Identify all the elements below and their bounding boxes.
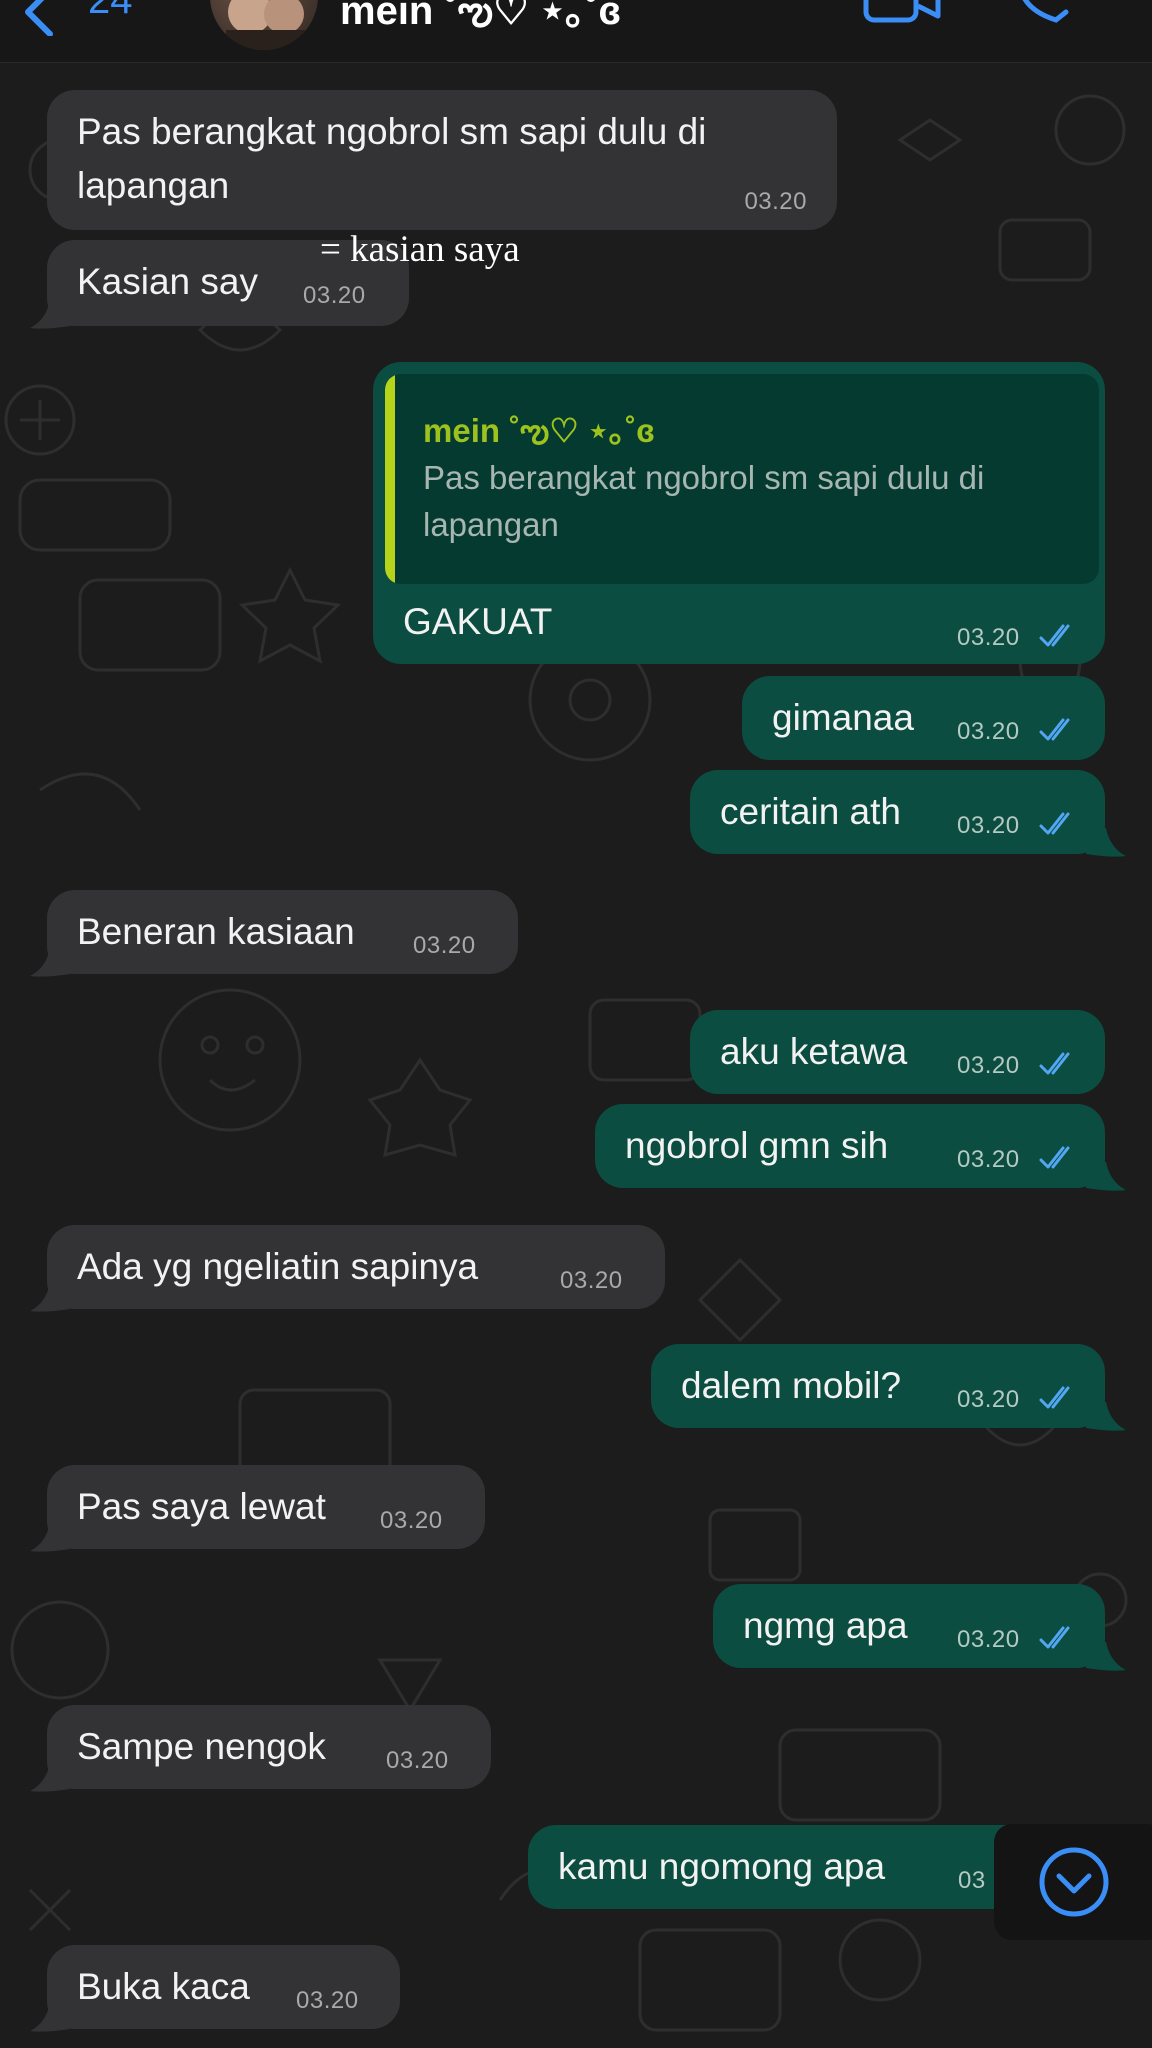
chevron-left-icon[interactable] (14, 0, 64, 36)
message-time: 03.20 (957, 624, 1020, 651)
message-text: kamu ngomong apa (558, 1846, 886, 1887)
bubble-tail (30, 948, 70, 977)
message-bubble-outgoing[interactable]: dalem mobil? 03.20 (651, 1344, 1105, 1428)
video-camera-icon[interactable] (862, 0, 942, 26)
read-ticks-icon (1039, 1146, 1070, 1169)
scroll-to-bottom-button[interactable] (994, 1824, 1152, 1940)
unread-count[interactable]: 24 (88, 0, 133, 23)
quoted-message[interactable]: mein ˚ఌ♡ ⋆｡˚ɞ Pas berangkat ngobrol sm s… (385, 374, 1099, 584)
message-bubble-incoming[interactable]: Pas berangkat ngobrol sm sapi dulu di la… (47, 90, 837, 230)
chevron-down-circle-icon (1039, 1847, 1109, 1917)
message-text: dalem mobil? (681, 1365, 902, 1406)
message-bubble-outgoing[interactable]: gimanaa 03.20 (742, 676, 1105, 760)
message-bubble-incoming[interactable]: Buka kaca 03.20 (47, 1945, 400, 2029)
read-ticks-icon (1039, 718, 1070, 741)
phone-icon[interactable] (1014, 0, 1074, 26)
message-bubble-outgoing[interactable]: ngmg apa 03.20 (713, 1584, 1105, 1668)
message-time: 03 (958, 1867, 986, 1894)
message-bubble-outgoing-reply[interactable]: mein ˚ఌ♡ ⋆｡˚ɞ Pas berangkat ngobrol sm s… (373, 362, 1105, 664)
message-text: Sampe nengok (77, 1726, 326, 1767)
read-ticks-icon (1039, 624, 1070, 647)
message-time: 03.20 (303, 282, 366, 309)
bubble-tail (1086, 1642, 1126, 1671)
read-ticks-icon (1039, 812, 1070, 835)
chat-screen: 24 mein ˚ఌ♡ ⋆｡˚ɞ Pas berangkat ngobrol s… (0, 0, 1152, 2048)
message-bubble-outgoing[interactable]: ngobrol gmn sih 03.20 (595, 1104, 1105, 1188)
bubble-tail (30, 1763, 70, 1792)
message-time: 03.20 (957, 1052, 1020, 1079)
message-time: 03.20 (957, 718, 1020, 745)
message-text: GAKUAT (403, 601, 553, 642)
read-ticks-icon (1039, 1626, 1070, 1649)
contact-name[interactable]: mein ˚ఌ♡ ⋆｡˚ɞ (340, 0, 621, 44)
read-ticks-icon (1039, 1386, 1070, 1409)
message-bubble-incoming[interactable]: Sampe nengok 03.20 (47, 1705, 491, 1789)
message-text: ceritain ath (720, 791, 901, 832)
message-text: Beneran kasiaan (77, 911, 355, 952)
message-text: ngobrol gmn sih (625, 1125, 889, 1166)
message-text: lapangan (77, 165, 230, 206)
chat-header: 24 mein ˚ఌ♡ ⋆｡˚ɞ (0, 0, 1152, 63)
message-text: Pas saya lewat (77, 1486, 326, 1527)
avatar-photo (226, 0, 306, 50)
message-text: aku ketawa (720, 1031, 908, 1072)
message-bubble-incoming[interactable]: Pas saya lewat 03.20 (47, 1465, 485, 1549)
bubble-tail (30, 1283, 70, 1312)
contact-avatar[interactable] (210, 0, 318, 50)
message-bubble-incoming[interactable]: Beneran kasiaan 03.20 (47, 890, 518, 974)
message-text: Ada yg ngeliatin sapinya (77, 1246, 479, 1287)
bubble-tail (1086, 1402, 1126, 1431)
message-time: 03.20 (380, 1507, 443, 1534)
message-text: Buka kaca (77, 1966, 250, 2007)
bubble-tail (1086, 1162, 1126, 1191)
message-time: 03.20 (386, 1747, 449, 1774)
bubble-tail (1086, 828, 1126, 857)
message-time: 03.20 (957, 1626, 1020, 1653)
message-time: 03.20 (957, 1386, 1020, 1413)
message-text: Pas berangkat ngobrol sm sapi dulu di (77, 111, 707, 152)
message-text: Kasian say (77, 261, 258, 302)
message-time: 03.20 (957, 812, 1020, 839)
bubble-tail (30, 300, 70, 329)
message-time: 03.20 (296, 1987, 359, 2014)
message-time: 03.20 (744, 188, 807, 215)
quote-accent-bar (385, 374, 395, 584)
bubble-tail (30, 2003, 70, 2032)
message-text: gimanaa (772, 697, 914, 738)
read-ticks-icon (1039, 1052, 1070, 1075)
message-time: 03.20 (957, 1146, 1020, 1173)
message-time: 03.20 (560, 1267, 623, 1294)
bubble-tail (30, 1523, 70, 1552)
handwritten-annotation: = kasian saya (320, 229, 520, 270)
message-bubble-outgoing[interactable]: aku ketawa 03.20 (690, 1010, 1105, 1094)
message-text: ngmg apa (743, 1605, 908, 1646)
message-bubble-incoming[interactable]: Ada yg ngeliatin sapinya 03.20 (47, 1225, 665, 1309)
message-bubble-outgoing[interactable]: ceritain ath 03.20 (690, 770, 1105, 854)
message-time: 03.20 (413, 932, 476, 959)
quoted-sender-name: mein ˚ఌ♡ ⋆｡˚ɞ (423, 412, 655, 449)
quoted-text: Pas berangkat ngobrol sm sapi dulu di la… (423, 459, 985, 543)
